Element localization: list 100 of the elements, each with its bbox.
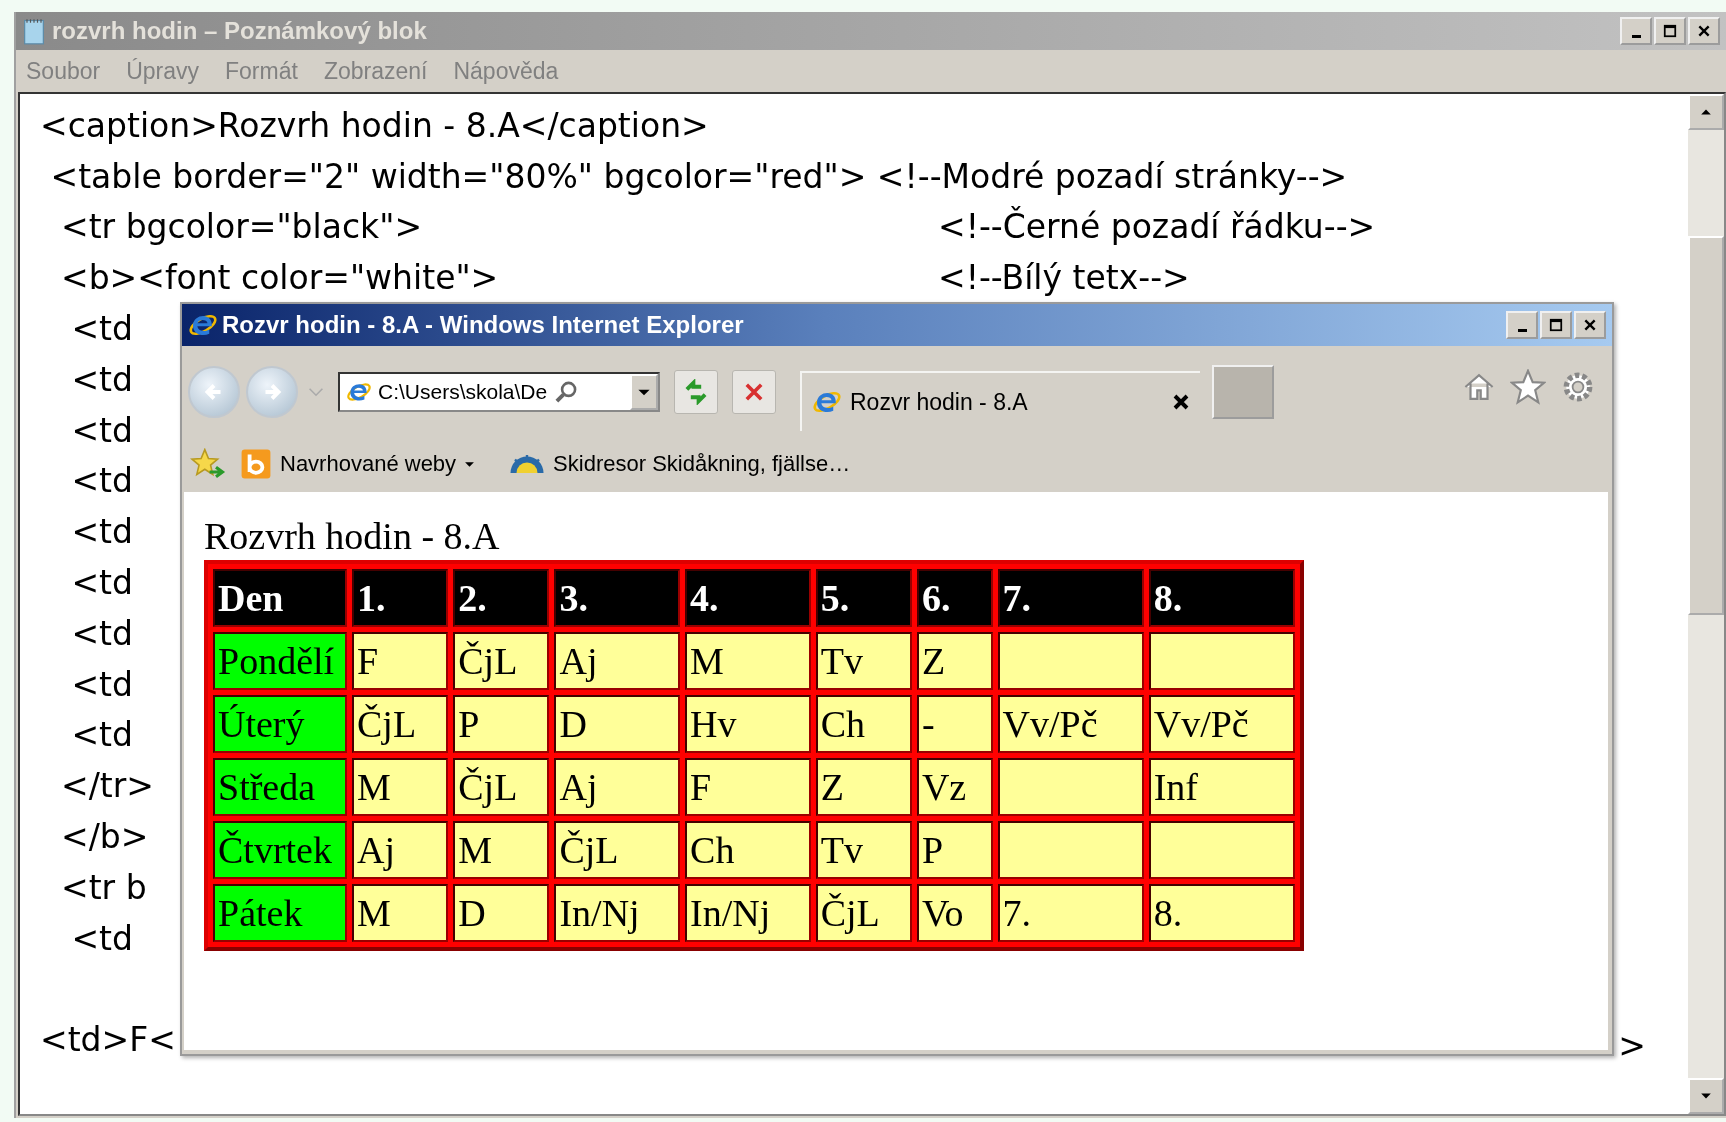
browser-tab[interactable]: Rozvr hodin - 8.A	[800, 371, 1200, 431]
table-cell: Hv	[685, 695, 811, 753]
table-cell: Aj	[554, 758, 681, 816]
close-icon[interactable]	[1172, 393, 1190, 411]
window-title: Rozvr hodin - 8.A - Windows Internet Explorer	[222, 311, 744, 339]
scrollbar[interactable]	[1688, 94, 1724, 1114]
table-cell: Aj	[554, 632, 681, 690]
minimize-button[interactable]	[1620, 17, 1652, 45]
code-line: <td	[70, 664, 133, 704]
scroll-up-button[interactable]	[1688, 94, 1724, 130]
minimize-icon	[1631, 34, 1641, 38]
table-cell: Vv/Pč	[997, 695, 1144, 753]
column-header: 1.	[352, 569, 449, 627]
code-line: </b>	[59, 817, 149, 857]
table-cell: ČjL	[352, 695, 449, 753]
stop-button[interactable]	[732, 370, 776, 414]
table-cell: D	[453, 884, 550, 942]
dropdown-button[interactable]	[630, 374, 658, 410]
caret-icon	[637, 387, 651, 397]
menu-item[interactable]: Soubor	[26, 57, 101, 85]
minimize-button[interactable]	[1506, 311, 1538, 339]
column-header: 7.	[997, 569, 1144, 627]
code-line: <td	[70, 461, 133, 501]
table-cell: Z	[815, 758, 912, 816]
sun-icon	[509, 453, 546, 475]
table-cell: D	[554, 695, 681, 753]
favorites-link[interactable]: Navrhované weby	[240, 448, 476, 480]
scroll-down-button[interactable]	[1688, 1078, 1724, 1114]
table-cell: M	[685, 632, 811, 690]
scroll-thumb[interactable]	[1688, 236, 1724, 615]
day-cell: Středa	[213, 758, 347, 816]
table-cell: M	[453, 821, 550, 879]
minimize-icon	[1517, 328, 1527, 332]
favorites-link[interactable]: Skidresor Skidåkning, fjällse…	[509, 451, 851, 477]
table-cell: Ch	[685, 821, 811, 879]
table-cell: ČjL	[554, 821, 681, 879]
table-cell: ČjL	[453, 632, 550, 690]
table-cell: 8.	[1148, 884, 1295, 942]
code-line: <tr b	[59, 867, 147, 907]
column-header: 6.	[916, 569, 993, 627]
code-line: <caption>Rozvrh hodin - 8.A</caption>	[40, 105, 709, 145]
code-line: <td	[70, 512, 133, 552]
table-cell: Vo	[916, 884, 993, 942]
column-header: 3.	[554, 569, 681, 627]
table-cell: 7.	[997, 884, 1144, 942]
day-cell: Úterý	[213, 695, 347, 753]
close-icon	[1583, 318, 1597, 332]
address-field[interactable]: C:\Users\skola\De	[338, 372, 660, 412]
table-cell: M	[352, 758, 449, 816]
column-header: 2.	[453, 569, 550, 627]
code-line: <tr bgcolor="black">	[59, 207, 424, 247]
close-icon	[1697, 24, 1711, 38]
day-cell: Čtvrtek	[213, 821, 347, 879]
maximize-icon	[1663, 24, 1677, 38]
table-cell: ČjL	[453, 758, 550, 816]
window-title: rozvrh hodin – Poznámkový blok	[52, 17, 427, 45]
maximize-button[interactable]	[1540, 311, 1572, 339]
column-header: 5.	[815, 569, 912, 627]
maximize-button[interactable]	[1654, 17, 1686, 45]
maximize-icon	[1549, 318, 1563, 332]
code-line: <td	[70, 918, 133, 958]
code-fragment: >	[1618, 1026, 1646, 1066]
close-button[interactable]	[1688, 17, 1720, 45]
refresh-button[interactable]	[674, 370, 718, 414]
table-cell: Z	[916, 632, 993, 690]
menu-item[interactable]: Nápověda	[453, 57, 559, 85]
column-header: Den	[213, 569, 347, 627]
suggested-sites-icon	[240, 448, 272, 480]
table-cell: Tv	[815, 821, 912, 879]
table-cell: Aj	[352, 821, 449, 879]
menu-item[interactable]: Formát	[225, 57, 298, 85]
code-line: </tr>	[59, 766, 154, 806]
table-cell: In/Nj	[685, 884, 811, 942]
caret-icon[interactable]	[464, 460, 476, 468]
day-cell: Pátek	[213, 884, 347, 942]
code-line: <td	[70, 359, 133, 399]
code-comment: <!--Černé pozadí řádku-->	[938, 207, 1376, 247]
column-header: 4.	[685, 569, 811, 627]
table-cell: -	[916, 695, 993, 753]
day-cell: Pondělí	[213, 632, 347, 690]
table-cell: Tv	[815, 632, 912, 690]
close-button[interactable]	[1574, 311, 1606, 339]
table-cell: ČjL	[815, 884, 912, 942]
code-line: <td	[70, 715, 133, 755]
menu-item[interactable]: Úpravy	[126, 57, 200, 85]
table-caption: Rozvrh hodin - 8.A	[204, 514, 501, 558]
code-line: <td	[70, 613, 133, 653]
menu-item[interactable]: Zobrazení	[323, 57, 428, 85]
table-cell: M	[352, 884, 449, 942]
table-cell: Vv/Pč	[1148, 695, 1295, 753]
code-comment: <!--Bílý tetx-->	[938, 258, 1190, 298]
code-line: <td	[70, 309, 133, 349]
table-cell: Inf	[1148, 758, 1295, 816]
favorites-star-icon[interactable]	[190, 448, 226, 480]
star-icon[interactable]	[1510, 369, 1546, 405]
table-cell: In/Nj	[554, 884, 681, 942]
code-line: <table border="2" width="80%" bgcolor="red"> <!--Modré pozadí stránky-->	[49, 156, 1348, 196]
table-cell: F	[685, 758, 811, 816]
refresh-icon	[683, 379, 709, 405]
table-cell: P	[453, 695, 550, 753]
